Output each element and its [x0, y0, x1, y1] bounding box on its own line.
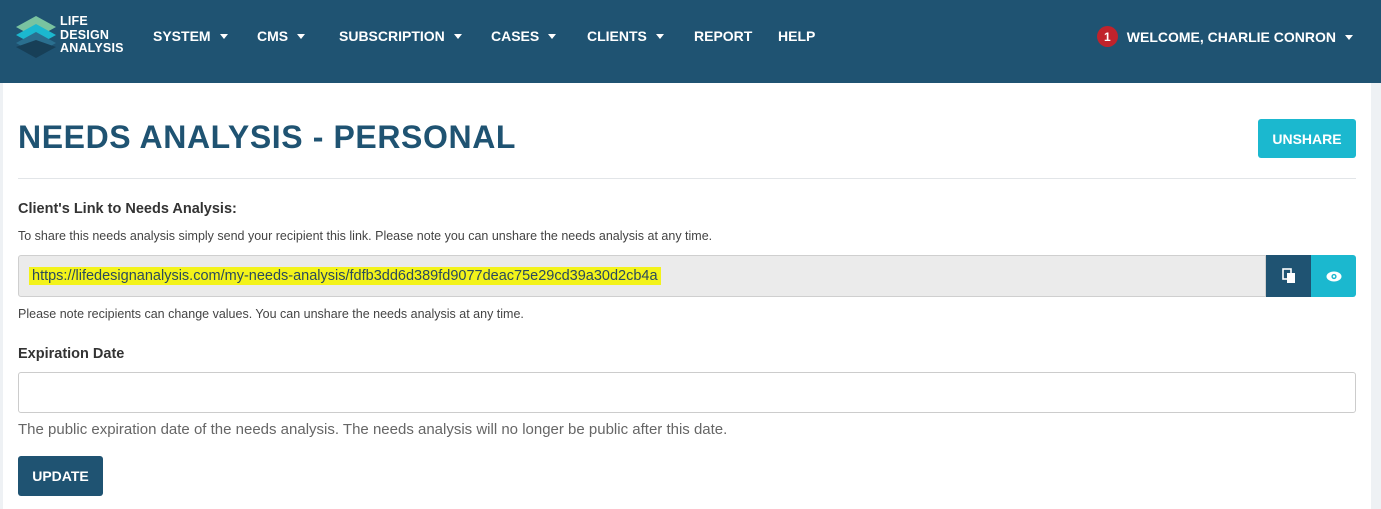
- caret-down-icon: [219, 34, 228, 39]
- nav-report[interactable]: REPORT: [694, 27, 778, 45]
- nav-cases[interactable]: CASES: [491, 27, 587, 45]
- view-link-button[interactable]: [1311, 255, 1356, 297]
- content-panel: NEEDS ANALYSIS - PERSONAL UNSHARE Client…: [3, 83, 1371, 509]
- client-link-label: Client's Link to Needs Analysis:: [18, 201, 237, 217]
- caret-down-icon: [548, 34, 557, 39]
- divider: [18, 178, 1356, 179]
- brand-name: LIFE DESIGN ANALYSIS: [60, 14, 124, 55]
- nav-subscription[interactable]: SUBSCRIPTION: [339, 27, 491, 45]
- logo-icon: [16, 16, 56, 58]
- nav-cms[interactable]: CMS: [257, 27, 339, 45]
- brand-logo[interactable]: LIFE DESIGN ANALYSIS: [16, 14, 126, 60]
- unshare-button[interactable]: UNSHARE: [1258, 119, 1356, 158]
- caret-down-icon: [297, 34, 306, 39]
- expiration-date-input[interactable]: [18, 372, 1356, 413]
- expiration-help: The public expiration date of the needs …: [18, 421, 728, 438]
- welcome-text[interactable]: WELCOME, CHARLIE CONRON: [1127, 29, 1336, 45]
- nav-system[interactable]: SYSTEM: [153, 27, 257, 45]
- nav-clients[interactable]: CLIENTS: [587, 27, 694, 45]
- copy-icon: [1281, 268, 1295, 283]
- expiration-label: Expiration Date: [18, 346, 125, 362]
- caret-down-icon: [655, 34, 664, 39]
- link-note: Please note recipients can change values…: [18, 307, 524, 321]
- update-button[interactable]: UPDATE: [18, 456, 103, 496]
- share-link-field[interactable]: https://lifedesignanalysis.com/my-needs-…: [18, 255, 1266, 297]
- main-nav: SYSTEM CMS SUBSCRIPTION CASES CLIENTS RE…: [153, 27, 828, 45]
- notification-badge[interactable]: 1: [1096, 26, 1118, 47]
- copy-link-button[interactable]: [1266, 255, 1311, 297]
- caret-down-icon: [1345, 34, 1353, 40]
- top-navbar: LIFE DESIGN ANALYSIS SYSTEM CMS SUBSCRIP…: [0, 0, 1381, 83]
- caret-down-icon: [453, 34, 462, 39]
- page-title: NEEDS ANALYSIS - PERSONAL: [18, 119, 517, 155]
- eye-icon: [1326, 271, 1341, 281]
- share-link-url[interactable]: https://lifedesignanalysis.com/my-needs-…: [29, 267, 661, 285]
- user-menu[interactable]: 1 WELCOME, CHARLIE CONRON: [1096, 26, 1353, 47]
- nav-help[interactable]: HELP: [778, 27, 828, 45]
- client-link-help: To share this needs analysis simply send…: [18, 229, 713, 243]
